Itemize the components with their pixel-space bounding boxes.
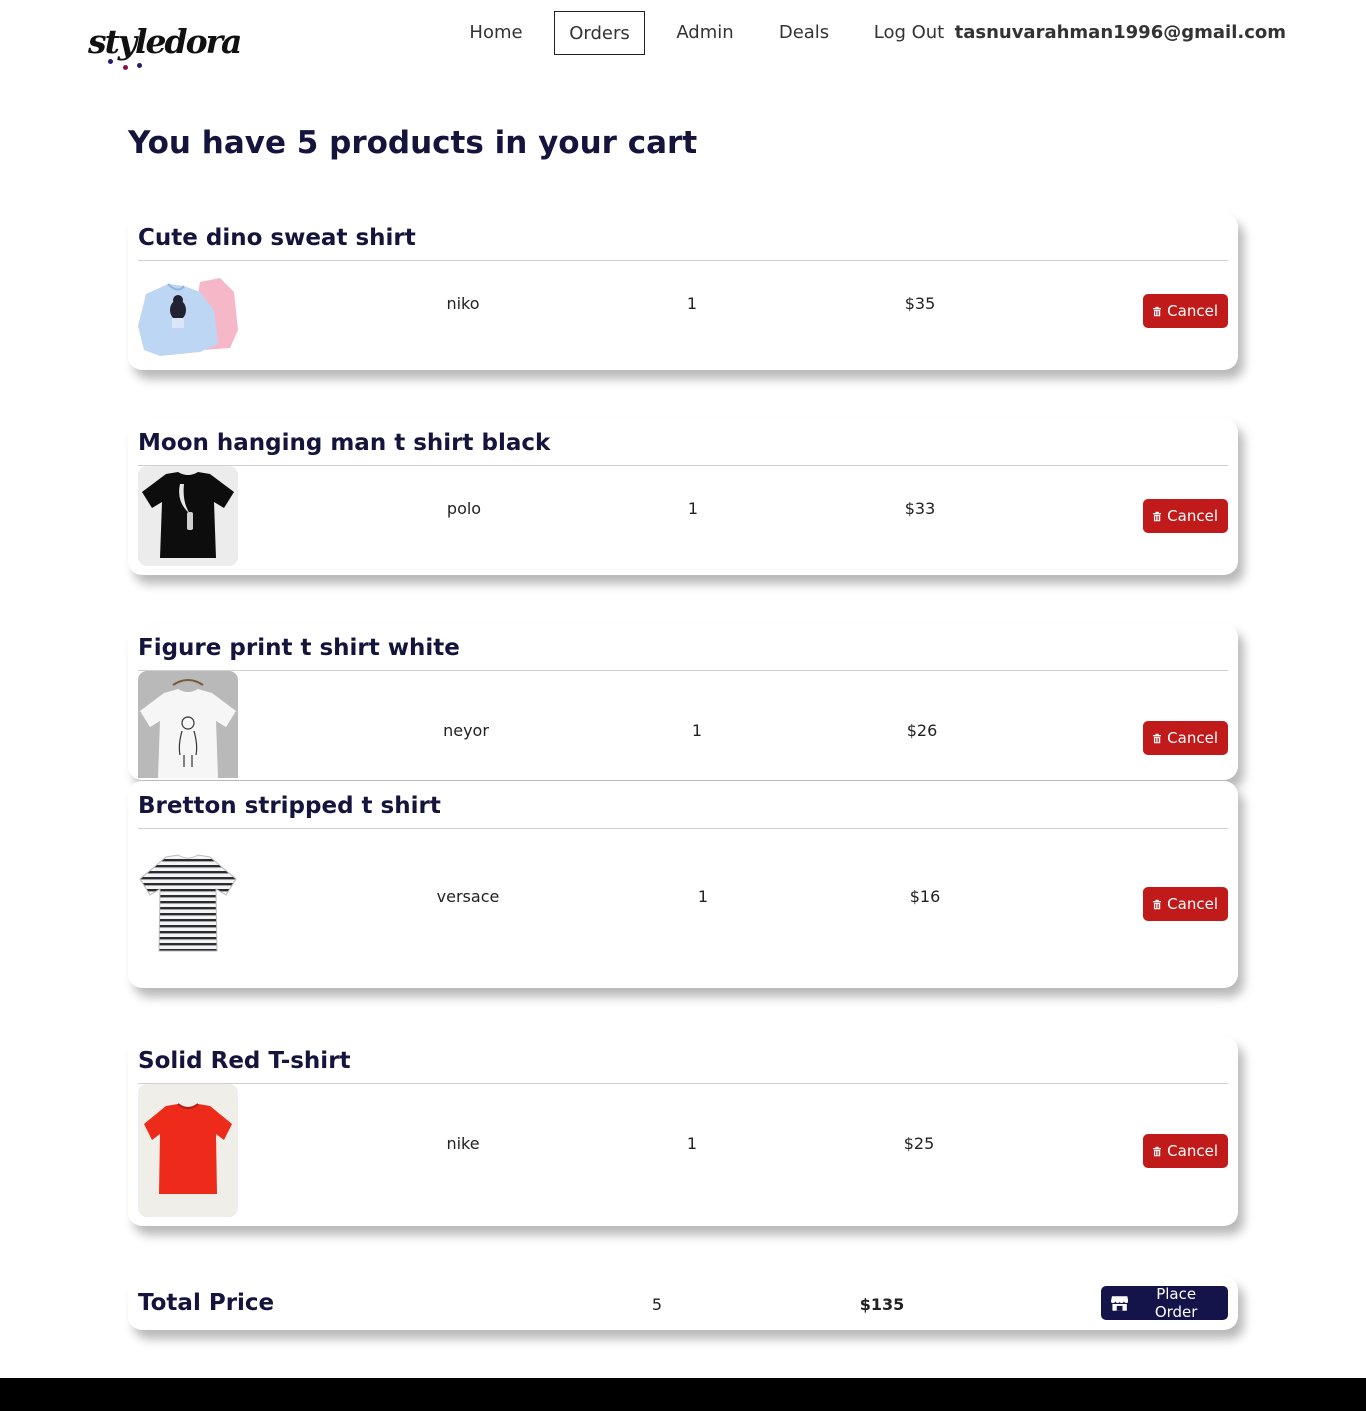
place-order-button[interactable]: Place Order [1101,1285,1228,1321]
product-brand: niko [446,294,480,313]
product-price: $25 [903,1134,935,1153]
footer-bar [0,1378,1366,1411]
cancel-label: Cancel [1167,507,1218,525]
trash-icon [1153,899,1162,909]
cart-item-card: Moon hanging man t shirt black polo 1 $3… [128,418,1238,575]
cancel-button[interactable]: Cancel [1143,294,1228,328]
logo-dot [123,65,128,70]
product-price: $16 [909,887,941,906]
nav-logout-link[interactable]: Log Out [866,11,952,55]
white-tshirt-image [138,671,238,778]
cancel-label: Cancel [1167,302,1218,320]
product-quantity: 1 [686,294,698,313]
nav-admin-link[interactable]: Admin [669,11,741,55]
cart-item-card: Solid Red T-shirt nike 1 $25 Cancel [128,1036,1238,1226]
cancel-button[interactable]: Cancel [1143,499,1228,533]
product-brand: nike [446,1134,480,1153]
main-nav: Home Orders Admin Deals Log Out tasnuvar… [0,11,1366,55]
cart-item-card: Cute dino sweat shirt niko 1 $35 Cancel [128,213,1238,370]
cart-heading: You have 5 products in your cart [128,125,698,161]
cart-item-card: Figure print t shirt white neyor 1 $26 C… [128,623,1238,780]
product-name: Figure print t shirt white [138,631,1228,671]
product-price: $26 [906,721,938,740]
place-order-label: Place Order [1154,1285,1198,1321]
product-name: Moon hanging man t shirt black [138,426,1228,466]
trash-icon [1153,511,1162,521]
red-tshirt-image [138,1084,238,1217]
total-price: $135 [859,1295,905,1314]
total-price-label: Total Price [138,1290,275,1316]
product-quantity: 1 [697,887,709,906]
product-name: Bretton stripped t shirt [138,789,1228,829]
cancel-button[interactable]: Cancel [1143,887,1228,921]
logo-dot [108,59,113,64]
cancel-button[interactable]: Cancel [1143,721,1228,755]
logo-dot [137,63,142,68]
order-summary-card: Total Price 5 $135 Place Order [128,1276,1238,1330]
cancel-label: Cancel [1167,729,1218,747]
user-email: tasnuvarahman1996@gmail.com [954,22,1286,43]
product-quantity: 1 [687,499,699,518]
product-name: Cute dino sweat shirt [138,221,1228,261]
product-brand: versace [436,887,500,906]
product-name: Solid Red T-shirt [138,1044,1228,1084]
black-tshirt-image [138,466,238,566]
total-quantity: 5 [651,1295,663,1314]
product-brand: neyor [443,721,489,740]
striped-tshirt-image [138,853,238,953]
nav-deals-link[interactable]: Deals [772,11,836,55]
trash-icon [1153,306,1162,316]
product-price: $35 [904,294,936,313]
product-quantity: 1 [686,1134,698,1153]
product-brand: polo [446,499,482,518]
cancel-label: Cancel [1167,895,1218,913]
store-icon [1111,1295,1129,1311]
cart-item-card: Bretton stripped t shirt versace 1 $16 C… [128,781,1238,988]
nav-home-link[interactable]: Home [462,11,530,55]
product-quantity: 1 [691,721,703,740]
sweatshirt-image [138,270,238,370]
trash-icon [1153,1146,1162,1156]
cancel-button[interactable]: Cancel [1143,1134,1228,1168]
trash-icon [1153,733,1162,743]
nav-orders-link[interactable]: Orders [554,11,645,55]
product-price: $33 [904,499,936,518]
cancel-label: Cancel [1167,1142,1218,1160]
